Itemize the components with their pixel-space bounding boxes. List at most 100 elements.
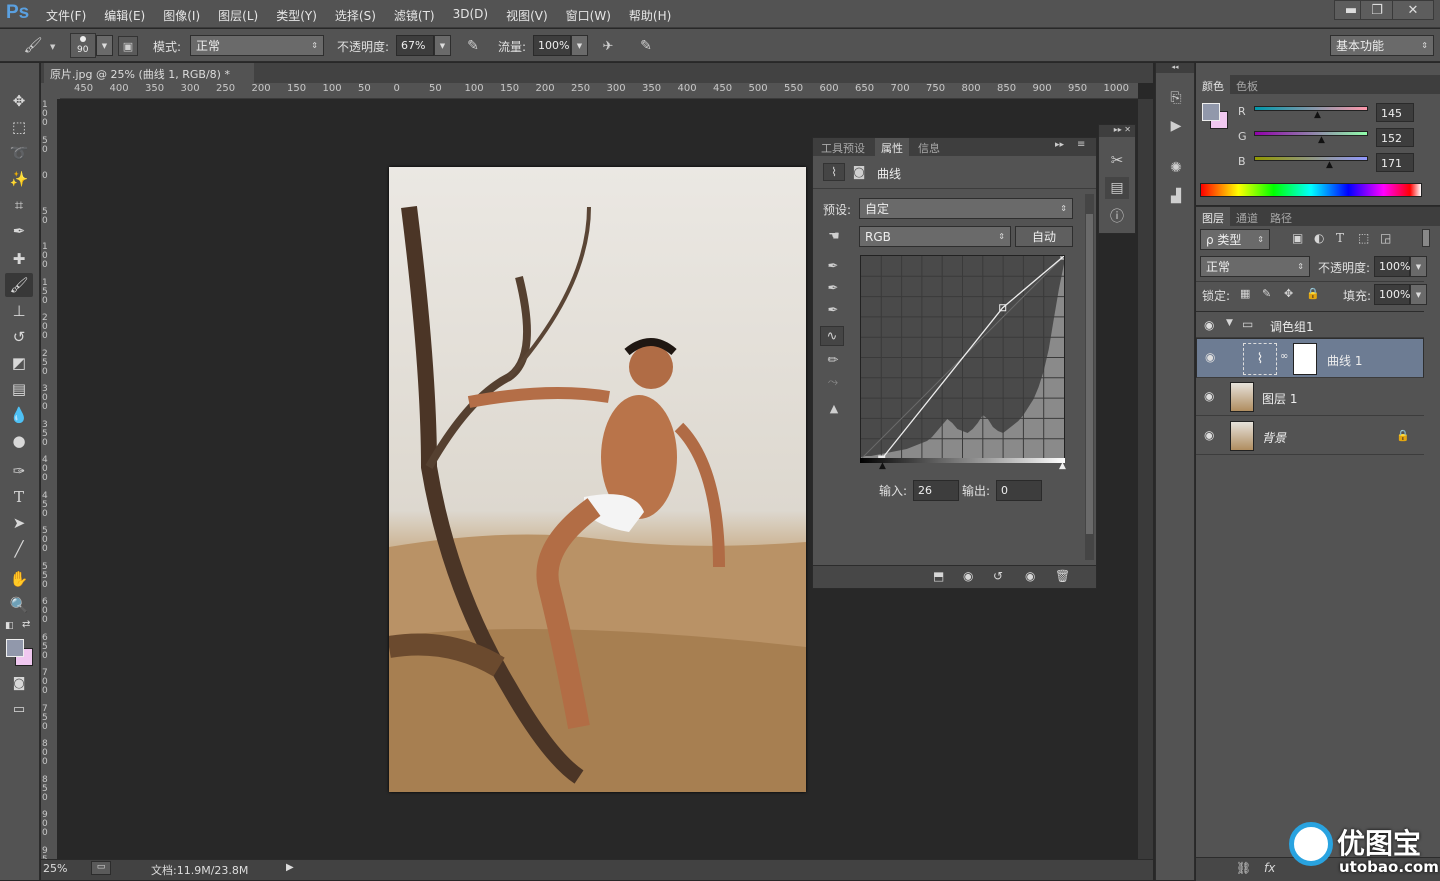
blur-tool-icon[interactable]: 💧	[5, 403, 33, 427]
layer-style-icon[interactable]: fx	[1264, 861, 1275, 875]
preset-arrow-icon[interactable]: ▼	[50, 43, 55, 51]
eye-icon[interactable]: ◉	[1204, 389, 1214, 403]
quick-mask-icon[interactable]: ◙	[5, 671, 33, 695]
filter-toggle[interactable]	[1422, 229, 1430, 247]
lock-pixels-icon[interactable]: ✎	[1262, 287, 1271, 300]
output-field[interactable]: 0	[996, 480, 1042, 501]
filter-type-icon[interactable]: T	[1336, 231, 1344, 245]
curve-graph[interactable]	[860, 252, 1068, 463]
layer-opacity-dropdown-icon[interactable]: ▼	[1410, 256, 1427, 277]
filter-pixel-icon[interactable]: ▣	[1292, 231, 1303, 245]
reset-icon[interactable]: ↺	[993, 569, 1003, 583]
layer-name[interactable]: 曲线 1	[1327, 352, 1362, 369]
vertical-scrollbar[interactable]	[1138, 99, 1153, 859]
layer-filter-select[interactable]: ρ 类型 ⇕	[1200, 229, 1270, 250]
ruler-origin[interactable]	[41, 83, 60, 99]
pressure-opacity-icon[interactable]: ✎	[462, 36, 484, 56]
collapse-panel-icon[interactable]: ▸▸	[1055, 140, 1064, 150]
filter-shape-icon[interactable]: ⬚	[1358, 231, 1369, 245]
status-menu-arrow-icon[interactable]: ▶	[286, 862, 294, 873]
white-point-eyedropper-icon[interactable]: ✒	[823, 300, 843, 320]
tab-tool-presets[interactable]: 工具预设	[815, 138, 871, 156]
move-tool-icon[interactable]: ✥	[5, 89, 33, 113]
eye-icon[interactable]: ◉	[1205, 350, 1215, 364]
lock-position-icon[interactable]: ✥	[1284, 287, 1293, 300]
crop-tool-icon[interactable]: ⌗	[5, 193, 33, 217]
color-fg-swatch[interactable]	[1202, 103, 1220, 121]
color-ramp[interactable]	[1200, 183, 1422, 197]
layer-name[interactable]: 背景	[1262, 429, 1286, 446]
link-icon[interactable]: ∞	[1280, 351, 1288, 362]
opacity-input[interactable]: 67%	[396, 35, 434, 56]
brush-panel-toggle-icon[interactable]: ▣	[118, 36, 138, 56]
blend-mode-select[interactable]: 正常 ⇕	[1200, 256, 1310, 277]
brush-size-picker[interactable]: 90	[70, 33, 96, 58]
input-field[interactable]: 26	[913, 480, 959, 501]
eyedropper-tool-icon[interactable]: ✒	[5, 219, 33, 243]
layer-mask-thumb[interactable]	[1293, 343, 1317, 375]
black-point-eyedropper-icon[interactable]: ✒	[823, 256, 843, 276]
swap-colors-icon[interactable]: ⇄	[22, 619, 30, 630]
clip-to-layer-icon[interactable]: ⬒	[933, 569, 944, 583]
restore-button[interactable]: ❐	[1360, 0, 1394, 20]
gray-point-eyedropper-icon[interactable]: ✒	[823, 278, 843, 298]
r-input[interactable]: 145	[1376, 103, 1414, 122]
menu-edit[interactable]: 编辑(E)	[104, 7, 145, 24]
menu-image[interactable]: 图像(I)	[163, 7, 200, 24]
lasso-tool-icon[interactable]: ➰	[5, 141, 33, 165]
properties-icon[interactable]: ▤	[1105, 177, 1129, 199]
eye-icon[interactable]: ◉	[1204, 428, 1214, 442]
black-input-slider-icon[interactable]: ▲	[879, 461, 886, 471]
layer-row[interactable]: ◉ 图层 1	[1196, 378, 1424, 416]
preset-select[interactable]: 自定 ⇕	[859, 198, 1073, 219]
brush-size-dropdown-icon[interactable]: ▼	[96, 35, 113, 56]
tab-layers[interactable]: 图层	[1196, 207, 1230, 229]
magic-wand-tool-icon[interactable]: ✨	[5, 167, 33, 191]
menu-window[interactable]: 窗口(W)	[566, 7, 611, 24]
layer-opacity-input[interactable]: 100%	[1374, 256, 1410, 277]
default-colors-icon[interactable]: ◧	[5, 621, 14, 631]
properties-scrollbar[interactable]	[1085, 194, 1094, 560]
smooth-curve-icon[interactable]: ⤳	[823, 372, 843, 392]
g-input[interactable]: 152	[1376, 128, 1414, 147]
flow-input[interactable]: 100%	[533, 35, 571, 56]
layer-thumbnail[interactable]	[1230, 382, 1254, 412]
group-expand-icon[interactable]: ▼	[1226, 318, 1233, 328]
fill-input[interactable]: 100%	[1374, 284, 1410, 305]
tab-properties[interactable]: 属性	[875, 138, 909, 156]
layer-mask-icon[interactable]: ◙	[849, 163, 869, 181]
tab-swatches[interactable]: 色板	[1230, 75, 1264, 97]
pressure-size-icon[interactable]: ✎	[635, 36, 657, 56]
layer-row[interactable]: ◉ ▼ ▭ 调色组1	[1196, 312, 1424, 338]
scroll-thumb[interactable]	[1086, 214, 1093, 534]
filter-smart-object-icon[interactable]: ◲	[1380, 231, 1391, 245]
clone-stamp-tool-icon[interactable]: ⊥	[5, 299, 33, 323]
brush-tool-preset-icon[interactable]: 🖌	[20, 35, 46, 55]
foreground-color-swatch[interactable]	[6, 639, 24, 657]
zoom-level[interactable]: 25%	[43, 862, 67, 875]
tool-presets-icon[interactable]: ✂	[1105, 149, 1129, 171]
curve-point-mode-icon[interactable]: ∿	[820, 326, 844, 346]
brush-settings-icon[interactable]: ✺	[1164, 157, 1188, 179]
tab-info[interactable]: 信息	[912, 138, 946, 156]
lock-transparency-icon[interactable]: ▦	[1240, 287, 1250, 300]
menu-help[interactable]: 帮助(H)	[629, 7, 671, 24]
auto-button[interactable]: 自动	[1015, 226, 1073, 247]
menu-type[interactable]: 类型(Y)	[276, 7, 317, 24]
actions-icon[interactable]: ▶	[1164, 115, 1188, 137]
b-input[interactable]: 171	[1376, 153, 1414, 172]
path-selection-tool-icon[interactable]: ➤	[5, 511, 33, 535]
r-slider-thumb-icon[interactable]: ▲	[1314, 110, 1321, 120]
marquee-tool-icon[interactable]: ⬚	[5, 115, 33, 139]
g-slider-thumb-icon[interactable]: ▲	[1318, 135, 1325, 145]
menu-layer[interactable]: 图层(L)	[218, 7, 258, 24]
history-icon[interactable]: ⎘	[1164, 87, 1188, 109]
delete-icon[interactable]: 🗑	[1055, 569, 1070, 583]
horizontal-ruler[interactable]: 450 400 350 300 250 200 150 100 50 0 50 100 150 200 25…	[60, 83, 1138, 99]
workspace-select[interactable]: 基本功能 ⇕	[1330, 35, 1434, 56]
brush-presets-icon[interactable]: ▟	[1164, 185, 1188, 207]
close-button[interactable]: ✕	[1392, 0, 1434, 20]
curves-thumb-icon[interactable]: ⌇	[1243, 343, 1277, 375]
dock-collapse-icon[interactable]: ◂◂	[1156, 63, 1194, 73]
info-icon[interactable]: ⓘ	[1105, 205, 1129, 227]
